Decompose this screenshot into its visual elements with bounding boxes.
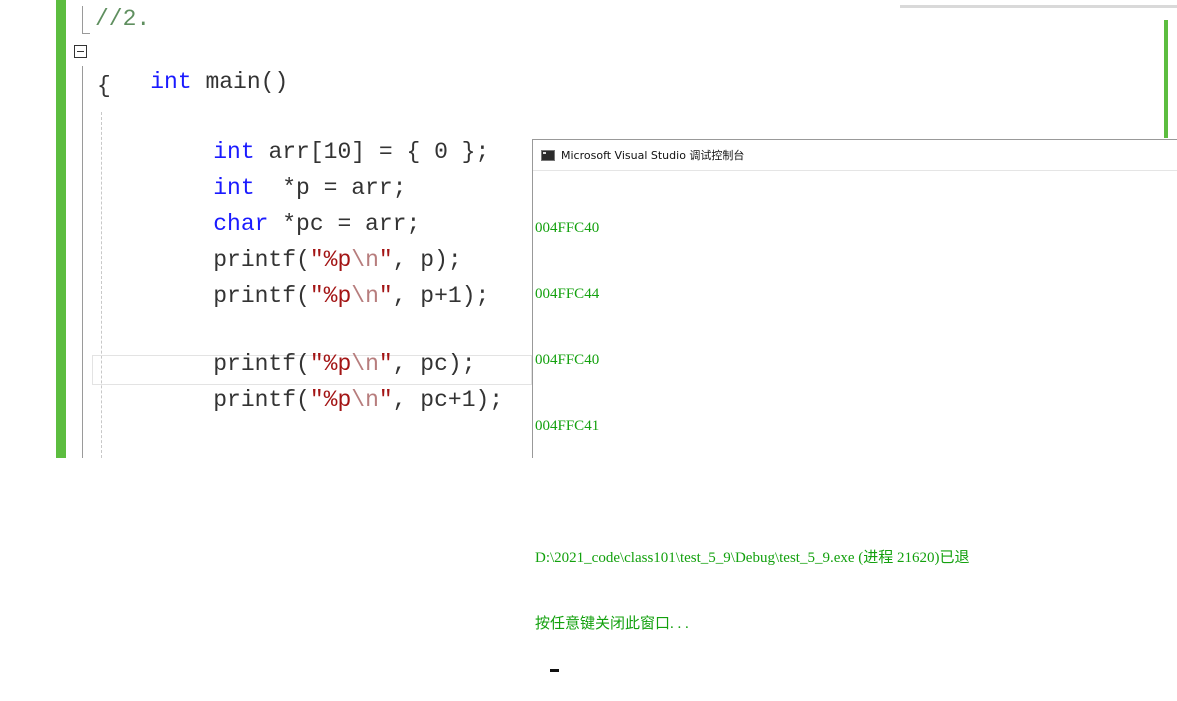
string-literal: " [378,387,393,413]
code-text: , pc+1); [392,387,504,413]
keyword: int [150,69,192,95]
console-output[interactable]: 004FFC40 004FFC44 004FFC40 004FFC41 D:\2… [533,171,1177,701]
right-change-bar [1164,20,1168,138]
code-line-comment[interactable]: //2. [95,4,150,34]
escape-sequence: \n [351,387,379,413]
console-line: 004FFC44 [535,286,600,302]
string-literal: "%p [309,283,352,309]
escape-sequence: \n [351,283,379,309]
code-line-brace[interactable]: { [97,71,111,101]
console-line: 004FFC41 [535,418,600,434]
console-line: 按任意键关闭此窗口. . . [535,616,689,632]
code-line-printf-pc1[interactable]: printf("%p\n", pc+1); [158,355,503,445]
collapse-icon[interactable] [74,45,87,58]
string-literal: "%p [309,387,352,413]
fold-guide-end [82,33,90,34]
console-line: 004FFC40 [535,220,600,236]
indent-guide [101,112,102,458]
console-app-icon [541,149,555,161]
change-tracking-bar [56,0,66,458]
string-literal: " [378,283,393,309]
fold-guide-line [82,66,83,458]
console-line: 004FFC40 [535,352,600,368]
fold-guide-line [82,6,83,34]
console-cursor [550,669,559,672]
code-text: , p+1); [392,283,490,309]
function-name: printf( [213,387,310,413]
console-title-bar[interactable]: Microsoft Visual Studio 调试控制台 [533,140,1177,171]
code-text: main() [191,69,289,95]
debug-console-window[interactable]: Microsoft Visual Studio 调试控制台 004FFC40 0… [532,139,1177,672]
scroll-indicator [900,5,1177,8]
console-title: Microsoft Visual Studio 调试控制台 [561,149,745,162]
function-name: printf( [213,283,310,309]
console-line: D:\2021_code\class101\test_5_9\Debug\tes… [535,550,970,566]
